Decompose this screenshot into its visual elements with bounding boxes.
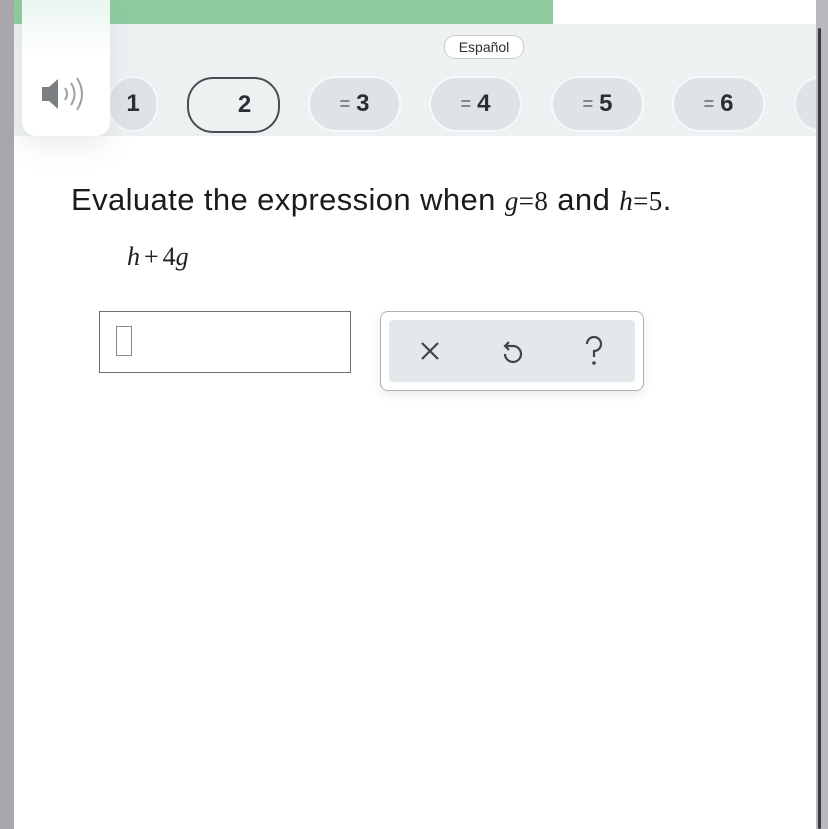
lines-icon: =: [582, 93, 594, 114]
lines-icon: =: [460, 93, 472, 114]
answer-toolbox: [380, 311, 644, 391]
undo-icon: [503, 341, 523, 364]
question-conjunction: and: [557, 182, 611, 217]
espanol-button[interactable]: Español: [444, 35, 524, 59]
question-pill-3[interactable]: = 3: [310, 78, 399, 130]
question-nav-bar: 1 2 = 3 = 4 = 5 = 6 =: [14, 24, 816, 136]
read-aloud-panel[interactable]: [22, 0, 110, 136]
expression: h +4g: [127, 242, 189, 271]
undo-button[interactable]: [487, 326, 537, 376]
question-pill-5[interactable]: = 5: [553, 78, 642, 130]
question-pill-label: 6: [720, 90, 734, 117]
input-cursor-box: [116, 326, 132, 356]
question-pill-label: 1: [126, 90, 140, 117]
question-pill-7[interactable]: =: [796, 78, 816, 130]
question-pill-label: 3: [356, 90, 370, 117]
help-icon: [585, 335, 603, 365]
scrollbar[interactable]: [818, 28, 821, 829]
clear-icon: [421, 342, 439, 360]
question-prompt: Evaluate the expression when g=8 and h=5…: [71, 182, 672, 218]
question-prefix: Evaluate the expression when: [71, 182, 496, 217]
question-pill-label: 4: [477, 90, 491, 117]
question-pill-2-current[interactable]: 2: [187, 77, 280, 133]
question-pill-1[interactable]: 1: [110, 78, 156, 130]
lines-icon: =: [703, 93, 715, 114]
question-pill-label: 5: [599, 90, 613, 117]
clear-button[interactable]: [405, 326, 455, 376]
condition-1: g=8: [504, 186, 549, 216]
question-pill-4[interactable]: = 4: [431, 78, 520, 130]
window-left-edge: [0, 0, 14, 829]
answer-input[interactable]: [99, 311, 351, 373]
speaker-icon[interactable]: [40, 74, 94, 114]
question-period: .: [662, 182, 672, 217]
question-pill-6[interactable]: = 6: [674, 78, 763, 130]
condition-2: h=5: [619, 186, 663, 216]
question-pill-label: 2: [237, 91, 252, 118]
help-button[interactable]: [569, 326, 619, 376]
lines-icon: =: [339, 93, 351, 114]
